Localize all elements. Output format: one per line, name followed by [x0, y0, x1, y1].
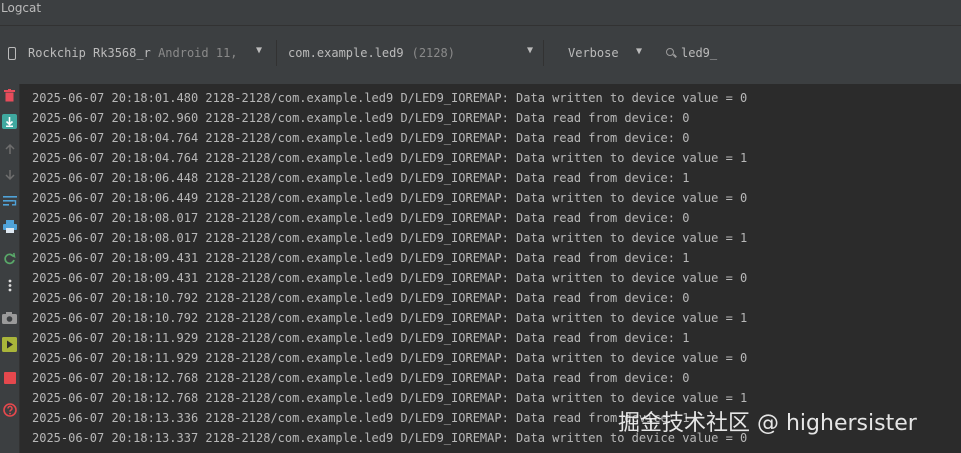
log-line: 2025-06-07 20:18:01.480 2128-2128/com.ex… — [32, 91, 748, 105]
log-line: 2025-06-07 20:18:04.764 2128-2128/com.ex… — [32, 131, 690, 145]
arrow-up-icon[interactable] — [2, 141, 17, 156]
search-field[interactable]: led9_ — [660, 40, 960, 66]
restart-icon[interactable] — [2, 251, 17, 266]
log-line: 2025-06-07 20:18:06.448 2128-2128/com.ex… — [32, 171, 690, 185]
trash-icon[interactable] — [2, 88, 17, 103]
watermark: 掘金技术社区 @ highersister — [618, 411, 917, 436]
phone-icon — [8, 46, 16, 60]
log-line: 2025-06-07 20:18:09.431 2128-2128/com.ex… — [32, 271, 748, 285]
log-line: 2025-06-07 20:18:09.431 2128-2128/com.ex… — [32, 251, 690, 265]
screen-record-icon[interactable] — [2, 337, 17, 352]
soft-wrap-icon[interactable] — [2, 193, 17, 208]
log-line: 2025-06-07 20:18:02.960 2128-2128/com.ex… — [32, 111, 690, 125]
search-input[interactable]: led9_ — [681, 46, 717, 60]
more-icon[interactable] — [2, 278, 17, 293]
log-line: 2025-06-07 20:18:08.017 2128-2128/com.ex… — [32, 211, 690, 225]
window-title: Logcat — [1, 1, 42, 15]
scroll-to-end-icon[interactable] — [2, 114, 17, 129]
device-name: Rockchip Rk3568_r — [28, 46, 151, 60]
screenshot-camera-icon[interactable] — [2, 310, 17, 325]
stop-icon[interactable] — [2, 370, 17, 385]
process-name: com.example.led9 — [288, 46, 404, 60]
log-line: 2025-06-07 20:18:10.792 2128-2128/com.ex… — [32, 311, 748, 325]
search-icon — [665, 47, 679, 59]
device-selector[interactable]: Rockchip Rk3568_r Android 11, A ▼ — [8, 40, 262, 66]
log-line: 2025-06-07 20:18:10.792 2128-2128/com.ex… — [32, 291, 690, 305]
log-line: 2025-06-07 20:18:12.768 2128-2128/com.ex… — [32, 371, 690, 385]
log-line: 2025-06-07 20:18:11.929 2128-2128/com.ex… — [32, 331, 690, 345]
log-output[interactable]: 2025-06-07 20:18:01.480 2128-2128/com.ex… — [32, 88, 957, 448]
print-icon[interactable] — [2, 219, 17, 234]
logcat-toolbar: Rockchip Rk3568_r Android 11, A ▼ com.ex… — [0, 26, 961, 84]
logcat-titlebar: Logcat — [0, 0, 961, 26]
log-line: 2025-06-07 20:18:04.764 2128-2128/com.ex… — [32, 151, 748, 165]
process-pid: (2128) — [411, 46, 455, 60]
chevron-down-icon[interactable]: ▼ — [527, 45, 533, 56]
log-line: 2025-06-07 20:18:06.449 2128-2128/com.ex… — [32, 191, 748, 205]
device-detail: Android 11, A — [158, 46, 244, 60]
logcat-sidebar — [0, 84, 20, 453]
chevron-down-icon[interactable]: ▼ — [636, 46, 642, 57]
log-level-selector[interactable]: Verbose ▼ — [558, 40, 650, 66]
help-icon[interactable] — [2, 402, 17, 417]
log-line: 2025-06-07 20:18:11.929 2128-2128/com.ex… — [32, 351, 748, 365]
log-level-value: Verbose — [568, 46, 619, 60]
arrow-down-icon[interactable] — [2, 167, 17, 182]
process-selector[interactable]: com.example.led9 (2128) ▼ — [276, 40, 544, 66]
log-line: 2025-06-07 20:18:08.017 2128-2128/com.ex… — [32, 231, 748, 245]
chevron-down-icon[interactable]: ▼ — [256, 45, 262, 56]
